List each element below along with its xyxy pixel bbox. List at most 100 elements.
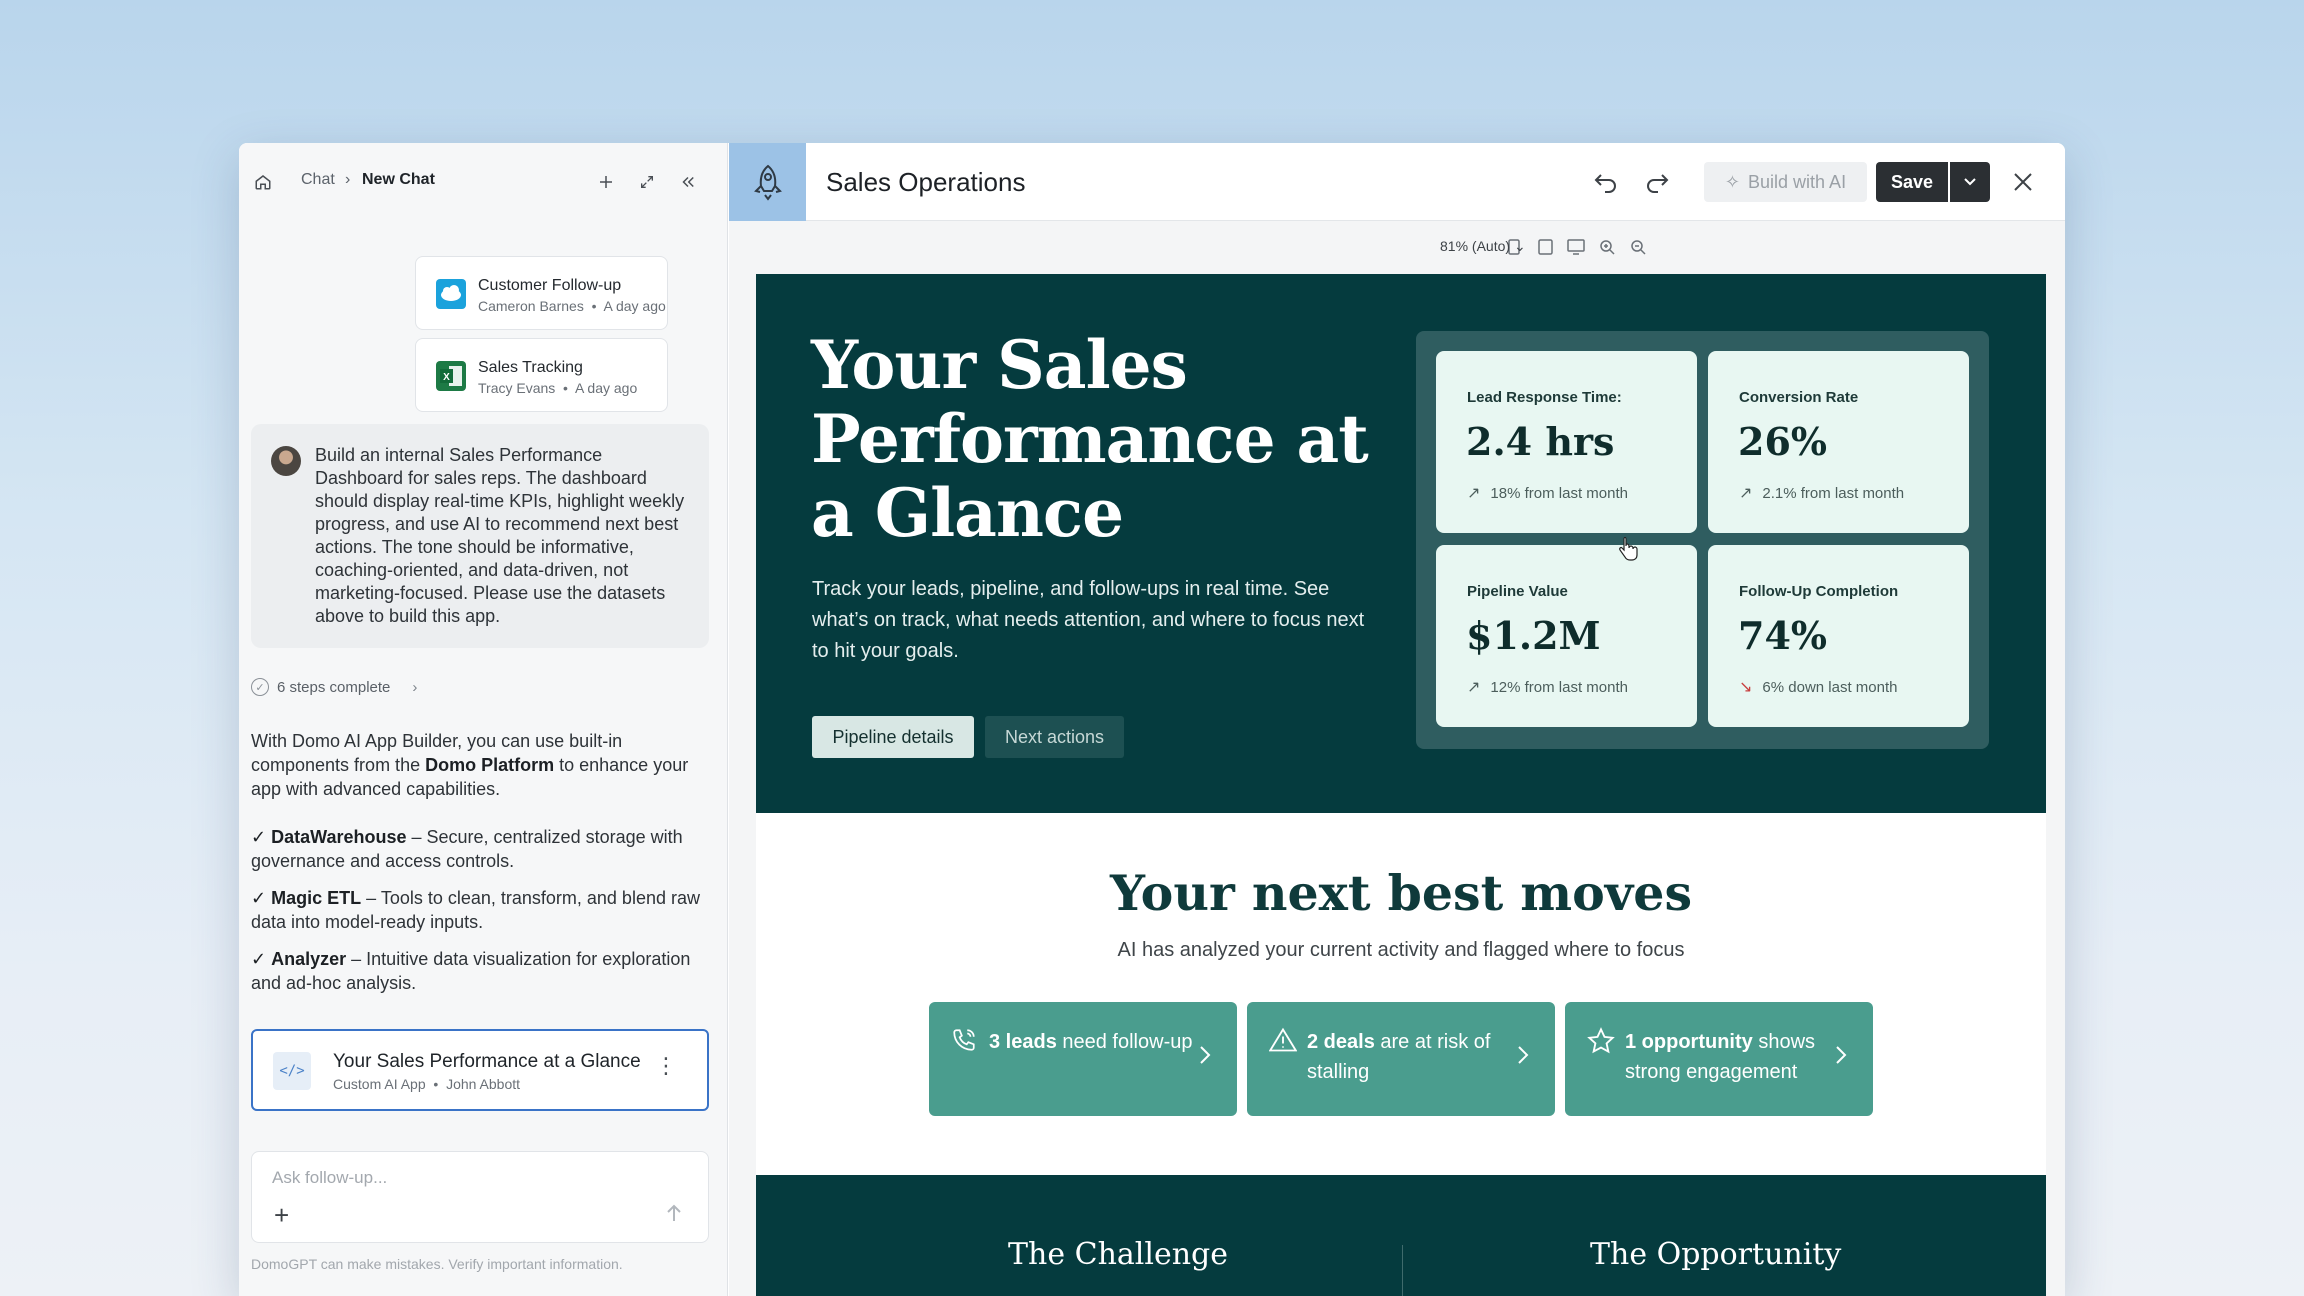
app-card-meta: Custom AI App • John Abbott	[333, 1076, 521, 1092]
app-preview-canvas: Your Sales Performance at a Glance Track…	[756, 274, 2046, 1296]
kpi-card-follow-up-completion: Follow-Up Completion 74% ↘ 6% down last m…	[1708, 545, 1969, 727]
save-button[interactable]: Save	[1876, 162, 1948, 202]
code-icon: </>	[273, 1052, 311, 1090]
kpi-value: $1.2M	[1466, 613, 1601, 658]
chevron-right-icon	[1835, 1044, 1847, 1074]
editor-topbar: Sales Operations ✧ Build with AI Save	[729, 143, 2065, 221]
move-card-opportunity[interactable]: 1 opportunity shows strong engagement	[1565, 1002, 1873, 1116]
kpi-card-conversion-rate: Conversion Rate 26% ↗ 2.1% from last mont…	[1708, 351, 1969, 533]
preview-toolbar: 81% (Auto) ⌄	[729, 221, 2065, 271]
kpi-card-pipeline-value: Pipeline Value $1.2M ↗ 12% from last mont…	[1436, 545, 1697, 727]
move-card-deals[interactable]: 2 deals are at risk of stalling	[1247, 1002, 1555, 1116]
move-card-leads[interactable]: 3 leads need follow-up	[929, 1002, 1237, 1116]
kpi-delta: ↗ 2.1% from last month	[1739, 484, 1905, 503]
undo-icon[interactable]	[1589, 165, 1623, 199]
user-prompt-bubble: Build an internal Sales Performance Dash…	[251, 424, 709, 648]
build-with-ai-button[interactable]: ✧ Build with AI	[1704, 162, 1867, 202]
app-window: Chat › New Chat Customer Follow-up Camer…	[239, 143, 2065, 1296]
chevron-right-icon	[1199, 1044, 1211, 1074]
pipeline-details-button[interactable]: Pipeline details	[812, 716, 974, 758]
chevron-down-icon: ⌄	[1513, 238, 1526, 254]
home-icon[interactable]	[249, 168, 277, 196]
zoom-select[interactable]: 81% (Auto) ⌄	[1440, 238, 1526, 255]
feature-item: ✓ Magic ETL – Tools to clean, transform,…	[251, 888, 700, 932]
chat-header: Chat › New Chat	[239, 143, 728, 221]
user-prompt-text: Build an internal Sales Performance Dash…	[315, 445, 685, 626]
moves-subtitle: AI has analyzed your current activity an…	[1117, 939, 1685, 961]
check-circle-icon: ✓	[251, 678, 269, 696]
hand-cursor-icon	[1618, 536, 1638, 566]
feature-item: ✓ DataWarehouse – Secure, centralized st…	[251, 827, 683, 871]
next-actions-button[interactable]: Next actions	[985, 716, 1124, 758]
steps-complete-toggle[interactable]: ✓ 6 steps complete ›	[251, 678, 417, 696]
desktop-view-icon[interactable]	[1567, 238, 1585, 256]
kpi-label: Pipeline Value	[1467, 583, 1568, 600]
challenge-opportunity-section: The Challenge The Opportunity	[756, 1175, 2046, 1296]
hero-title: Your Sales Performance at a Glance	[811, 326, 1369, 552]
kpi-delta: ↗ 18% from last month	[1467, 484, 1628, 503]
dataset-meta: Cameron Barnes • A day ago	[478, 298, 666, 314]
new-chat-plus-icon[interactable]	[592, 168, 620, 196]
dataset-name: Sales Tracking	[478, 359, 583, 376]
chevron-right-icon: ›	[412, 678, 418, 696]
steps-label: 6 steps complete	[277, 678, 391, 696]
disclaimer: DomoGPT can make mistakes. Verify import…	[251, 1256, 623, 1272]
kpi-value: 26%	[1738, 419, 1827, 464]
send-arrow-icon[interactable]	[666, 1204, 682, 1227]
rocket-icon	[729, 143, 806, 221]
feature-item: ✓ Analyzer – Intuitive data visualizatio…	[251, 949, 691, 993]
expand-icon[interactable]	[633, 168, 661, 196]
tablet-view-icon[interactable]	[1536, 238, 1554, 256]
more-options-icon[interactable]: ⋮	[655, 1053, 677, 1079]
breadcrumb-separator: ›	[345, 171, 351, 188]
save-options-chevron-icon[interactable]	[1950, 162, 1990, 202]
breadcrumb-chat[interactable]: Chat	[301, 171, 335, 189]
kpi-label: Conversion Rate	[1739, 389, 1859, 406]
response-intro: With Domo AI App Builder, you can use bu…	[251, 731, 689, 799]
collapse-panel-icon[interactable]	[674, 168, 702, 196]
redo-icon[interactable]	[1640, 165, 1674, 199]
kpi-label: Follow-Up Completion	[1739, 583, 1899, 600]
arrow-up-right-icon: ↗	[1467, 485, 1481, 502]
kpi-card-lead-response: Lead Response Time: 2.4 hrs ↗ 18% from la…	[1436, 351, 1697, 533]
generated-app-card[interactable]: </> Your Sales Performance at a Glance C…	[251, 1029, 709, 1111]
kpi-label: Lead Response Time:	[1467, 389, 1622, 406]
moves-title: Your next best moves	[1109, 864, 1693, 922]
hero-subtitle: Track your leads, pipeline, and follow-u…	[812, 578, 1365, 662]
close-icon[interactable]	[2006, 165, 2040, 199]
zoom-in-icon[interactable]	[1598, 238, 1616, 256]
breadcrumb-current: New Chat	[362, 171, 435, 188]
svg-text:X: X	[443, 372, 450, 383]
move-text: 1 opportunity shows strong engagement	[1625, 1031, 1816, 1083]
warning-icon	[1268, 1027, 1299, 1057]
editor-panel: Sales Operations ✧ Build with AI Save 81…	[729, 143, 2065, 1296]
kpi-grid: Lead Response Time: 2.4 hrs ↗ 18% from la…	[1416, 331, 1989, 749]
excel-icon: X	[436, 361, 466, 391]
assistant-response: With Domo AI App Builder, you can use bu…	[251, 729, 701, 1008]
dataset-name: Customer Follow-up	[478, 277, 622, 294]
star-icon	[1587, 1027, 1617, 1057]
add-attachment-icon[interactable]: +	[274, 1202, 289, 1228]
hero-section: Your Sales Performance at a Glance Track…	[756, 274, 2046, 813]
app-title: Sales Operations	[826, 167, 1026, 197]
opportunity-heading: The Opportunity	[1590, 1237, 1842, 1272]
app-card-title: Your Sales Performance at a Glance	[333, 1051, 641, 1072]
kpi-delta: ↘ 6% down last month	[1739, 678, 1898, 697]
dataset-card-sales-tracking[interactable]: X Sales Tracking Tracy Evans • A day ago	[415, 338, 668, 412]
move-text: 2 deals are at risk of stalling	[1307, 1031, 1491, 1083]
section-divider	[1402, 1245, 1403, 1296]
chat-panel: Chat › New Chat Customer Follow-up Camer…	[239, 143, 728, 1296]
move-text: 3 leads need follow-up	[989, 1031, 1193, 1053]
salesforce-icon	[436, 279, 466, 309]
chevron-right-icon	[1517, 1044, 1529, 1074]
dataset-meta: Tracy Evans • A day ago	[478, 380, 638, 396]
sparkle-icon: ✧	[1724, 171, 1741, 192]
challenge-heading: The Challenge	[1008, 1237, 1229, 1272]
follow-up-input[interactable]	[272, 1166, 672, 1190]
arrow-down-right-icon: ↘	[1739, 679, 1753, 696]
kpi-value: 2.4 hrs	[1466, 419, 1615, 464]
follow-up-box: +	[251, 1151, 709, 1243]
dataset-card-customer-follow-up[interactable]: Customer Follow-up Cameron Barnes • A da…	[415, 256, 668, 330]
build-with-ai-label: Build with AI	[1748, 171, 1847, 192]
zoom-out-icon[interactable]	[1629, 238, 1647, 256]
